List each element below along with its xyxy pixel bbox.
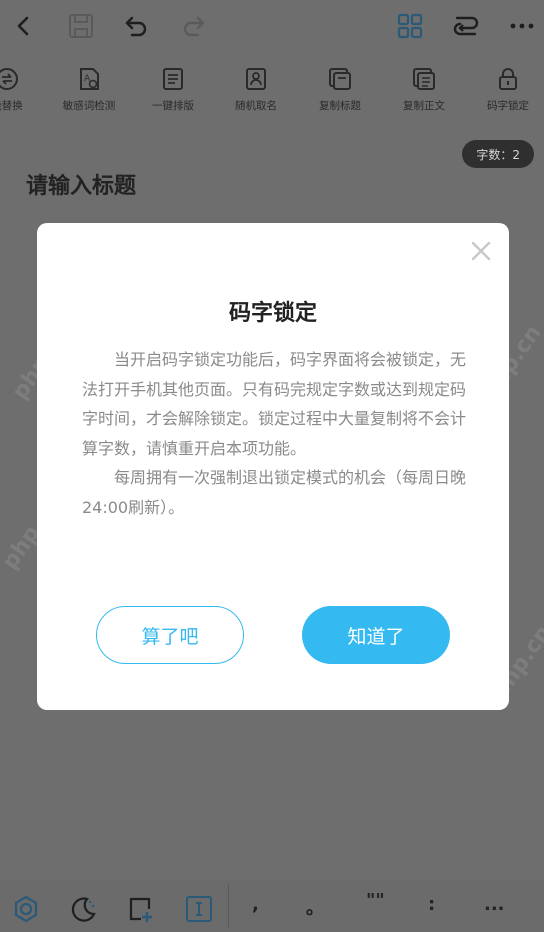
- settings-icon[interactable]: [11, 894, 41, 924]
- top-bar: [0, 0, 544, 52]
- lock-dialog: 码字锁定 当开启码字锁定功能后，码字界面将会被锁定，无法打开手机其他页面。只有码…: [37, 223, 509, 710]
- word-count-badge: 字数：2: [462, 140, 534, 168]
- replace-icon: [0, 68, 18, 90]
- more-icon[interactable]: [504, 8, 540, 44]
- lock-icon: [499, 68, 517, 90]
- dialog-body: 当开启码字锁定功能后，码字界面将会被锁定，无法打开手机其他页面。只有码完规定字数…: [82, 345, 468, 522]
- tool-row: 能替换 A 敏感词检测 一键排版 随机取名 复制标题 复制正文 码字锁定: [0, 52, 544, 132]
- tool-random-name[interactable]: 随机取名: [217, 66, 295, 113]
- title-input[interactable]: 请输入标题: [26, 168, 136, 200]
- tool-lock[interactable]: 码字锁定: [469, 66, 544, 113]
- copy-body-icon: [413, 68, 435, 90]
- close-icon[interactable]: [467, 237, 495, 265]
- punct-ellipsis[interactable]: ...: [484, 894, 505, 915]
- punct-colon[interactable]: :: [428, 894, 435, 915]
- dialog-paragraph-1: 当开启码字锁定功能后，码字界面将会被锁定，无法打开手机其他页面。只有码完规定字数…: [82, 350, 467, 458]
- dialog-paragraph-2: 每周拥有一次强制退出锁定模式的机会（每周日晚24:00刷新）。: [82, 468, 467, 517]
- tool-sensitive-word[interactable]: A 敏感词检测: [50, 66, 128, 113]
- format-icon: [163, 68, 183, 90]
- tool-replace[interactable]: 能替换: [0, 66, 46, 113]
- dialog-title: 码字锁定: [228, 301, 317, 326]
- tool-format[interactable]: 一键排版: [134, 66, 212, 113]
- save-icon[interactable]: [63, 8, 99, 44]
- night-mode-icon[interactable]: [68, 894, 98, 924]
- sensitive-word-icon: A: [80, 68, 99, 90]
- tool-copy-body[interactable]: 复制正文: [385, 66, 463, 113]
- divider: [228, 884, 229, 928]
- copy-title-icon: [329, 68, 351, 90]
- text-cursor-icon[interactable]: [184, 894, 214, 924]
- switch-icon[interactable]: [448, 8, 484, 44]
- tool-copy-title[interactable]: 复制标题: [301, 66, 379, 113]
- grid-view-icon[interactable]: [392, 8, 428, 44]
- add-chapter-icon[interactable]: [126, 894, 156, 924]
- random-name-icon: [246, 68, 266, 90]
- undo-icon[interactable]: [119, 8, 155, 44]
- bottom-bar: , 。 "" : ...: [0, 880, 544, 932]
- back-icon[interactable]: [6, 8, 42, 44]
- redo-icon[interactable]: [175, 8, 211, 44]
- cancel-button[interactable]: 算了吧: [96, 606, 244, 664]
- punct-quote[interactable]: "": [366, 890, 385, 911]
- punct-comma[interactable]: ,: [252, 894, 259, 915]
- confirm-button[interactable]: 知道了: [302, 606, 450, 664]
- punct-period[interactable]: 。: [306, 894, 324, 920]
